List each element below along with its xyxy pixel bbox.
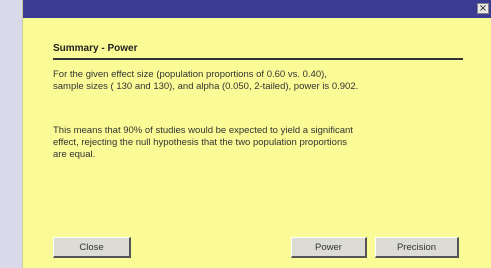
window-close-button[interactable]: ×: [477, 3, 489, 14]
close-icon: ×: [478, 2, 488, 14]
divider: [53, 58, 463, 60]
close-button[interactable]: Close: [53, 237, 131, 258]
summary-heading: Summary - Power: [53, 43, 138, 54]
title-bar[interactable]: ×: [23, 0, 491, 18]
summary-power-window: × Summary - Power For the given effect s…: [22, 0, 491, 268]
power-interpretation-text: This means that 90% of studies would be …: [53, 125, 353, 160]
power-button[interactable]: Power: [291, 237, 367, 258]
power-result-text: For the given effect size (population pr…: [53, 69, 359, 92]
precision-button[interactable]: Precision: [375, 237, 459, 258]
